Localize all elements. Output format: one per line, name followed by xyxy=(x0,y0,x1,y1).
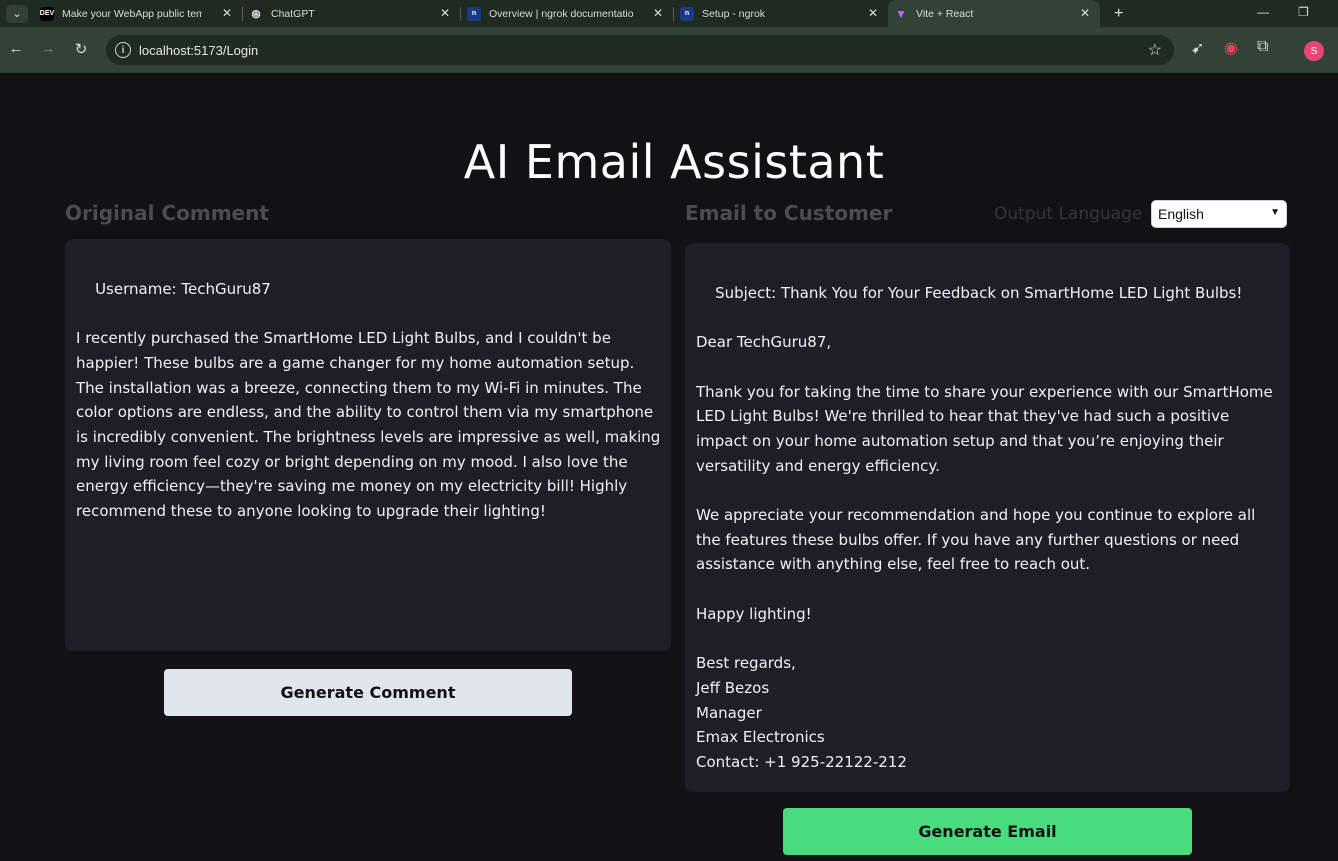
resize-handle-icon[interactable] xyxy=(1280,783,1288,791)
original-comment-heading: Original Comment xyxy=(65,201,269,225)
minimize-window-icon[interactable]: — xyxy=(1257,5,1269,19)
new-tab-icon[interactable]: + xyxy=(1114,5,1123,23)
tab-ngrok-overview[interactable]: n Overview | ngrok documentatio ✕ xyxy=(461,0,673,27)
extensions-puzzle-icon[interactable]: ⧉ xyxy=(1257,38,1268,56)
tab-title: Overview | ngrok documentatio xyxy=(489,7,634,20)
tab-vite-react[interactable]: ▼ Vite + React ✕ xyxy=(888,0,1100,27)
tab-search-button[interactable]: ⌄ xyxy=(6,4,28,23)
tab-chatgpt[interactable]: ⊛ ChatGPT ✕ xyxy=(243,0,460,27)
generate-email-button[interactable]: Generate Email xyxy=(783,808,1192,855)
close-tab-icon[interactable]: ✕ xyxy=(653,6,663,20)
tab-ngrok-setup[interactable]: n Setup - ngrok ✕ xyxy=(674,0,888,27)
address-bar[interactable]: i localhost:5173/Login ☆ xyxy=(106,35,1174,65)
close-tab-icon[interactable]: ✕ xyxy=(868,6,878,20)
resize-handle-icon[interactable] xyxy=(661,642,669,650)
tab-title: Setup - ngrok xyxy=(702,7,766,20)
bookmark-star-icon[interactable]: ☆ xyxy=(1148,40,1162,60)
site-info-icon[interactable]: i xyxy=(115,42,131,58)
close-tab-icon[interactable]: ✕ xyxy=(1080,6,1090,20)
ngrok-favicon-icon: n xyxy=(467,6,481,21)
tab-dev[interactable]: DEV Make your WebApp public tem ✕ xyxy=(34,0,242,27)
output-language-value: English xyxy=(1158,206,1204,222)
output-language-select[interactable]: English ▼ xyxy=(1151,200,1287,228)
page-title: AI Email Assistant xyxy=(463,135,885,189)
profile-avatar[interactable]: S xyxy=(1304,41,1324,61)
tab-title: Make your WebApp public tem xyxy=(62,7,202,20)
original-comment-text: Username: TechGuru87 I recently purchase… xyxy=(76,279,661,521)
restore-window-icon[interactable]: ❐ xyxy=(1298,5,1309,19)
dev-favicon-icon: DEV xyxy=(40,6,54,21)
email-output-text: Subject: Thank You for Your Feedback on … xyxy=(696,283,1273,772)
close-tab-icon[interactable]: ✕ xyxy=(222,6,232,20)
browser-toolbar: ← → ↻ i localhost:5173/Login ☆ ➹ ◉ ⧉ S xyxy=(0,27,1338,73)
extension-record-icon[interactable]: ◉ xyxy=(1224,38,1238,58)
address-url[interactable]: localhost:5173/Login xyxy=(139,43,258,58)
forward-arrow-icon[interactable]: → xyxy=(32,40,64,57)
original-comment-textarea[interactable]: Username: TechGuru87 I recently purchase… xyxy=(65,239,671,651)
tab-title: ChatGPT xyxy=(271,7,315,20)
email-to-customer-heading: Email to Customer xyxy=(685,201,893,225)
app-page: AI Email Assistant Original Comment Emai… xyxy=(0,73,1338,861)
tab-title: Vite + React xyxy=(916,7,974,20)
generate-comment-button[interactable]: Generate Comment xyxy=(164,669,572,716)
browser-tab-bar: ⌄ DEV Make your WebApp public tem ✕ ⊛ Ch… xyxy=(0,0,1338,27)
email-output-textarea[interactable]: Subject: Thank You for Your Feedback on … xyxy=(685,243,1290,792)
close-tab-icon[interactable]: ✕ xyxy=(440,6,450,20)
ngrok-favicon-icon: n xyxy=(680,6,694,21)
chevron-down-icon: ▼ xyxy=(1270,207,1280,218)
back-arrow-icon[interactable]: ← xyxy=(0,40,32,57)
reload-icon[interactable]: ↻ xyxy=(65,40,97,58)
output-language-label: Output Language xyxy=(994,204,1143,224)
extension-bird-icon[interactable]: ➹ xyxy=(1191,38,1204,58)
vite-favicon-icon: ▼ xyxy=(895,6,907,21)
chatgpt-favicon-icon: ⊛ xyxy=(250,6,262,21)
